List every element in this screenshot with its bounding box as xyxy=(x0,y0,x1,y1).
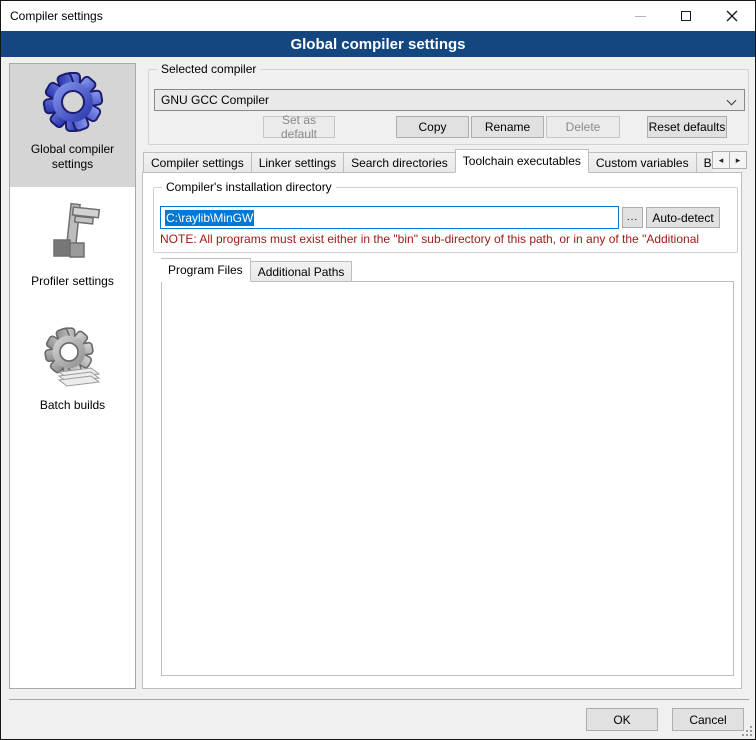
install-dir-browse-button[interactable]: ... xyxy=(622,207,643,228)
sidebar: Global compiler settings Profiler settin… xyxy=(9,63,136,689)
main-tab-bar: Compiler settings Linker settings Search… xyxy=(143,149,713,173)
note-text: NOTE: All programs must exist either in … xyxy=(160,232,736,246)
chevron-down-icon xyxy=(727,96,737,106)
rename-button[interactable]: Rename xyxy=(471,116,544,138)
compiler-select-value: GNU GCC Compiler xyxy=(161,93,269,107)
tab-custom-variables[interactable]: Custom variables xyxy=(589,152,697,173)
install-dir-input[interactable]: C:\raylib\MinGW xyxy=(160,206,619,229)
tab-scroll-buttons: ◂ ▸ xyxy=(713,151,747,169)
maximize-icon xyxy=(681,11,691,21)
reset-defaults-button[interactable]: Reset defaults xyxy=(647,116,727,138)
sidebar-item-label: Global compiler settings xyxy=(13,142,132,172)
compiler-select[interactable]: GNU GCC Compiler xyxy=(154,89,745,111)
program-files-panel xyxy=(161,281,734,676)
minimize-icon xyxy=(635,16,646,17)
tab-build-options[interactable]: Build options xyxy=(697,152,713,173)
set-as-default-button[interactable]: Set as default xyxy=(263,116,335,138)
right-arrow-icon: ▸ xyxy=(736,155,741,166)
autodetect-button[interactable]: Auto-detect xyxy=(646,207,720,228)
tab-toolchain-executables[interactable]: Toolchain executables xyxy=(455,149,589,173)
maximize-button[interactable] xyxy=(663,1,709,31)
titlebar: Compiler settings xyxy=(1,1,755,31)
page-title: Global compiler settings xyxy=(290,36,465,53)
copy-button[interactable]: Copy xyxy=(396,116,469,138)
tab-compiler-settings[interactable]: Compiler settings xyxy=(143,152,252,173)
compiler-settings-dialog: Compiler settings Global compiler settin… xyxy=(0,0,756,740)
window-title: Compiler settings xyxy=(10,9,103,23)
ok-button[interactable]: OK xyxy=(586,708,658,731)
delete-button[interactable]: Delete xyxy=(546,116,620,138)
caliper-icon xyxy=(41,202,105,266)
header-banner: Global compiler settings xyxy=(1,31,755,57)
close-icon xyxy=(726,10,738,22)
install-dir-value: C:\raylib\MinGW xyxy=(165,210,254,226)
close-button[interactable] xyxy=(709,1,755,31)
tab-scroll-right-button[interactable]: ▸ xyxy=(729,151,747,169)
selected-compiler-group-label: Selected compiler xyxy=(157,62,260,76)
blue-gear-icon xyxy=(41,70,105,134)
sidebar-item-global-compiler-settings[interactable]: Global compiler settings xyxy=(10,64,135,187)
sidebar-item-profiler-settings[interactable]: Profiler settings xyxy=(10,196,135,300)
resize-grip[interactable] xyxy=(742,726,752,736)
sidebar-item-label: Profiler settings xyxy=(31,274,114,289)
sub-tab-bar: Program Files Additional Paths xyxy=(161,257,561,282)
subtab-program-files[interactable]: Program Files xyxy=(161,258,251,282)
install-dir-group-label: Compiler's installation directory xyxy=(162,180,336,194)
subtab-additional-paths[interactable]: Additional Paths xyxy=(251,261,353,282)
tab-scroll-left-button[interactable]: ◂ xyxy=(712,151,730,169)
minimize-button[interactable] xyxy=(617,1,663,31)
tab-linker-settings[interactable]: Linker settings xyxy=(252,152,344,173)
cancel-button[interactable]: Cancel xyxy=(672,708,744,731)
footer-divider xyxy=(9,699,749,700)
tab-search-directories[interactable]: Search directories xyxy=(344,152,456,173)
left-arrow-icon: ◂ xyxy=(719,155,724,166)
